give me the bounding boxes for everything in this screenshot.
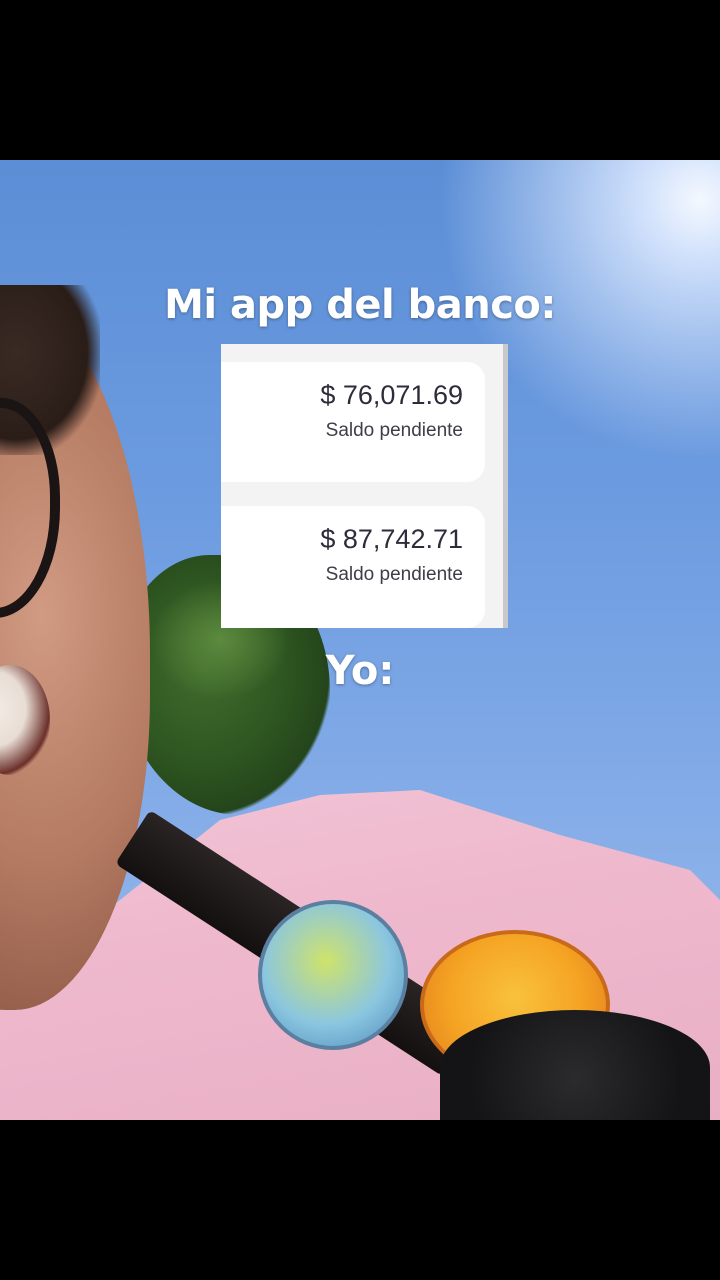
balance-label: Saldo pendiente: [325, 420, 463, 441]
balance-label: Saldo pendiente: [325, 564, 463, 585]
button-pin-left: [258, 900, 408, 1050]
caption-me: Yo:: [325, 648, 395, 694]
bank-balance-screenshot: $ 76,071.69 Saldo pendiente $ 87,742.71 …: [221, 344, 508, 628]
caption-bank-app: Mi app del banco:: [164, 282, 556, 328]
balance-card[interactable]: $ 76,071.69 Saldo pendiente: [221, 362, 485, 482]
scrollbar-edge: [503, 344, 508, 628]
balance-amount: $ 76,071.69: [320, 380, 463, 410]
balance-amount: $ 87,742.71: [320, 524, 463, 554]
mouse-ears-headband: [440, 1010, 710, 1120]
balance-card[interactable]: $ 87,742.71 Saldo pendiente: [221, 506, 485, 628]
